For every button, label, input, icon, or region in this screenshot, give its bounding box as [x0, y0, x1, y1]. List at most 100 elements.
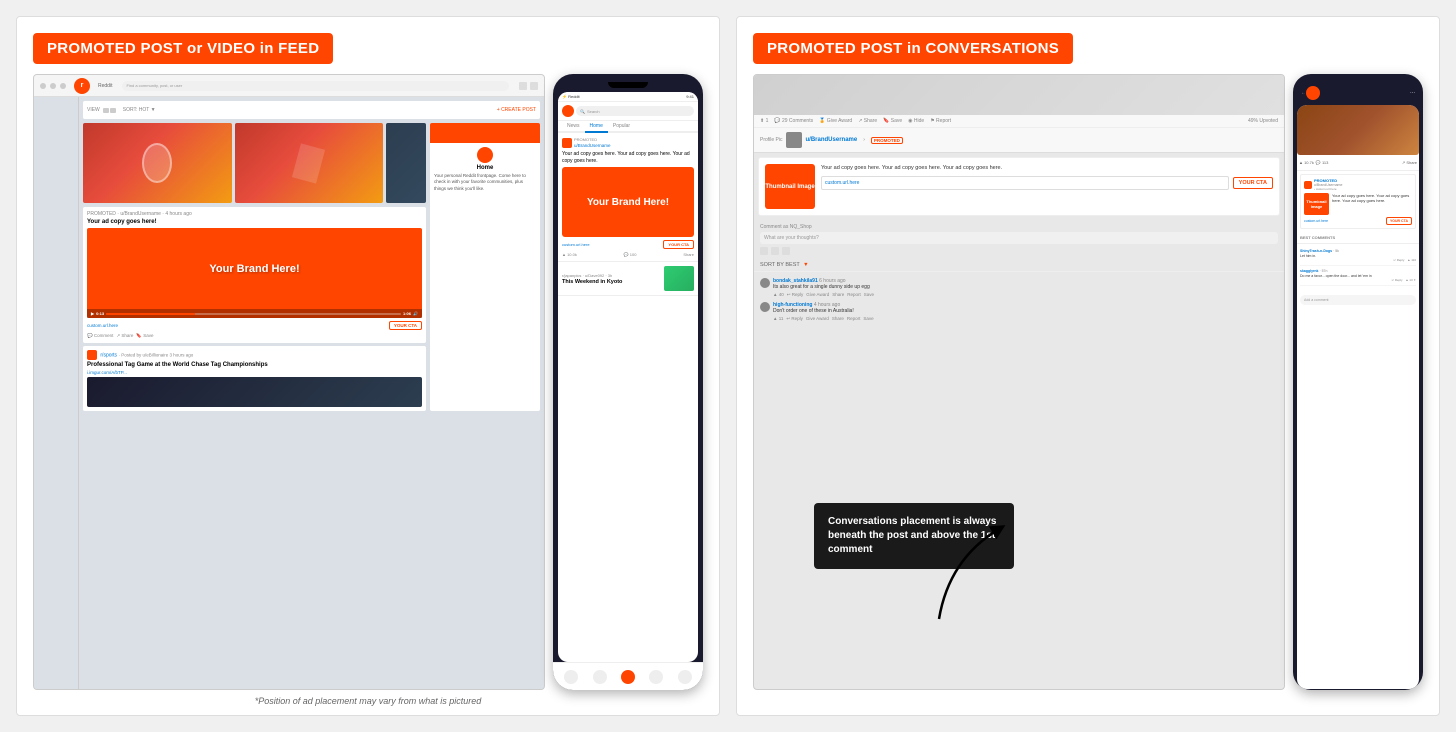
- conv-tool-link[interactable]: [782, 247, 790, 255]
- left-panel-content: r Reddit Find a community, post, or user: [33, 74, 703, 690]
- conv-ad-area: Thumbnail Image Your ad copy goes here. …: [758, 157, 1280, 216]
- comment-2-actions: ▲ 11 ↩ Reply Give Award Share Report Sav…: [773, 316, 874, 322]
- phone-right-comments-label: BEST COMMENTS: [1297, 232, 1419, 241]
- desktop-promoted-post: PROMOTED · u/BrandUsername · 4 hours ago…: [83, 207, 426, 343]
- phone-nav-chat[interactable]: [649, 670, 663, 684]
- conv-username: u/BrandUsername: [806, 137, 858, 143]
- phone-search-bar[interactable]: 🔍 Search: [576, 106, 694, 116]
- comment-2-text-phone: Do me a favor... open the door... and le…: [1300, 274, 1372, 278]
- widget-text: Your personal Reddit frontpage. Come her…: [434, 173, 536, 192]
- phone-right-thumbnail: Thumbnail Image: [1304, 193, 1329, 215]
- phone-tab-popular[interactable]: Popular: [608, 121, 635, 131]
- phone-reddit-logo: [562, 105, 574, 117]
- desktop-sidebar-widget: Home Your personal Reddit frontpage. Com…: [430, 123, 540, 411]
- save-action: 🔖 Save: [136, 333, 153, 339]
- browser-dot-3: [60, 83, 66, 89]
- desktop-posts-main: PROMOTED · u/BrandUsername · 4 hours ago…: [83, 123, 426, 411]
- phone-comments: 💬 100: [624, 252, 637, 257]
- desktop-conversation-mockup: ⬆ 1 💬 29 Comments 🏅 Give Award ↗ Share 🔖…: [753, 74, 1285, 690]
- desktop-promoted-label: PROMOTED · u/BrandUsername · 4 hours ago: [87, 211, 422, 217]
- phone-nav-inbox[interactable]: [678, 670, 692, 684]
- profile-pic-label: Profile Pic: [760, 137, 783, 143]
- conv-separator: ›: [863, 137, 865, 143]
- phone-status-bar: ⚡ Reddit 9:41: [558, 92, 698, 102]
- phone-right-comments-count: 💬 113: [1316, 160, 1328, 165]
- conv-sort-bar: SORT BY BEST ▼: [754, 259, 1284, 272]
- sort-label: SORT BY BEST: [760, 262, 800, 268]
- phone-right-add-comment[interactable]: Add a comment: [1300, 295, 1416, 305]
- organic-post: r/sports · Posted by u/eBillionaire 3 ho…: [83, 346, 426, 411]
- comment-reply-2[interactable]: ↩ Reply: [1391, 279, 1402, 283]
- video-controls: ▶ 0:13 1:06 🔊: [87, 309, 422, 318]
- phone-right-comments-divider: [1297, 243, 1419, 244]
- phone-right-cta-button[interactable]: YOUR CTA: [1386, 217, 1412, 225]
- save-btn[interactable]: 🔖 Save: [883, 118, 902, 124]
- conv-stats-bar: ⬆ 1 💬 29 Comments 🏅 Give Award ↗ Share 🔖…: [754, 115, 1284, 128]
- conv-tool-bold[interactable]: [760, 247, 768, 255]
- phone-right-comment-2: skagglyrnk · 57n Do me a favor... open t…: [1300, 269, 1416, 286]
- phone-nav-home[interactable]: [564, 670, 578, 684]
- widget-title: Home: [434, 165, 536, 171]
- phone-promoted-label: PROMOTED: [574, 137, 611, 142]
- phone-right-ad: PROMOTED u/BrandUsername › custom.url.he…: [1300, 174, 1416, 229]
- conv-ad-text: Your ad copy goes here. Your ad copy goe…: [821, 164, 1273, 172]
- desktop-cta-button[interactable]: YOUR CTA: [389, 321, 422, 330]
- footnote: *Position of ad placement may vary from …: [33, 696, 703, 706]
- phone-organic-post: r/japanpics · u/Dave092 · 3h This Weeken…: [558, 262, 698, 296]
- phone-right-stats: ▲ 10.7k 💬 113 ↗ Share: [1297, 158, 1419, 167]
- hide-btn[interactable]: ◉ Hide: [908, 118, 924, 124]
- comment-1-text-phone: Let him in.: [1300, 254, 1316, 258]
- reddit-logo-browser: r: [74, 78, 90, 94]
- comment-2-user-phone: skagglyrnk: [1300, 269, 1318, 273]
- phone-right-divider: [1297, 170, 1419, 171]
- conv-tool-italic[interactable]: [771, 247, 779, 255]
- callout-box: Conversations placement is always beneat…: [814, 503, 1014, 569]
- phone-right-comments: ShinyTrash-n-Dogs · 5k Let him in. ↩ Rep…: [1297, 246, 1419, 292]
- conv-avatar: [786, 132, 802, 148]
- phone-right-ad-text: Your ad copy goes here. Your ad copy goe…: [1332, 193, 1412, 203]
- sort-arrow[interactable]: ▼: [803, 262, 808, 268]
- comment-2-avatar: [760, 302, 770, 312]
- comment-votes-1: ▲ 110: [1407, 259, 1416, 263]
- comment-1-text: Its also great for a single dunny side u…: [773, 284, 874, 291]
- phone-tab-news[interactable]: News: [562, 121, 585, 131]
- phone-promoted-post: PROMOTED u/BrandUsername Your ad copy go…: [558, 133, 698, 262]
- right-panel: PROMOTED POST in CONVERSATIONS ⬆ 1 💬 29 …: [736, 16, 1440, 716]
- phone-nav-post[interactable]: [621, 670, 635, 684]
- report-btn[interactable]: ⚑ Report: [930, 118, 951, 124]
- phone-ad-copy: Your ad copy goes here. Your ad copy goe…: [562, 151, 694, 164]
- comment-2-text: Don't order one of these in Australia!: [773, 308, 874, 315]
- conv-ad-right: Your ad copy goes here. Your ad copy goe…: [821, 164, 1273, 209]
- phone-right-share[interactable]: ↗ Share: [1402, 160, 1417, 165]
- phone-nav-communities[interactable]: [593, 670, 607, 684]
- comment-1-actions: ▲ 40 ↩ Reply Give Award Share Report Sav…: [773, 292, 874, 298]
- main-container: PROMOTED POST or VIDEO in FEED r Reddit …: [0, 0, 1456, 732]
- desktop-promoted-video: Your Brand Here! ▶ 0:13 1:06 🔊: [87, 228, 422, 318]
- comment-as-label: Comment as NQ_Shop: [760, 224, 1278, 230]
- left-panel-header: PROMOTED POST or VIDEO in FEED: [33, 33, 333, 64]
- conv-comment-input[interactable]: What are your thoughts?: [760, 232, 1278, 244]
- conv-thumbnail-label: Thumbnail Image: [765, 184, 814, 190]
- desktop-left-sidebar: [34, 97, 79, 689]
- comment-reply-1[interactable]: ↩ Reply: [1393, 259, 1404, 263]
- conv-header-area: [754, 75, 1284, 115]
- phone-brand-text: Your Brand Here!: [587, 197, 669, 208]
- conv-cta-button[interactable]: YOUR CTA: [1233, 177, 1273, 189]
- upvote-count: ⬆ 1: [760, 118, 768, 124]
- phone-screen-left: ⚡ Reddit 9:41 🔍 Search News: [558, 92, 698, 662]
- desktop-main-area: VIEW SORT: HOT ▼ + CREATE POST: [79, 97, 544, 689]
- share-btn[interactable]: ↗ Share: [858, 118, 877, 124]
- phone-right-dots[interactable]: ···: [1410, 90, 1415, 96]
- phone-tab-home[interactable]: Home: [585, 121, 608, 133]
- post-image-2-inner: [235, 123, 384, 203]
- left-panel: PROMOTED POST or VIDEO in FEED r Reddit …: [16, 16, 720, 716]
- phone-cta-button[interactable]: YOUR CTA: [663, 240, 694, 249]
- organic-post-title: Professional Tag Game at the World Chase…: [87, 362, 422, 368]
- browser-dot-2: [50, 83, 56, 89]
- phone-right-ad-header: PROMOTED u/BrandUsername › custom.url.he…: [1304, 178, 1412, 191]
- desktop-ad-copy: Your ad copy goes here!: [87, 219, 422, 225]
- phone-share[interactable]: Share: [683, 252, 694, 257]
- phone-mockup-right: ← ··· ▲ 10.7k 💬 113 ↗ Share: [1293, 74, 1423, 690]
- comment-1-content: bondak_stahkila91 6 hours ago Its also g…: [773, 278, 874, 298]
- conv-url-input: custom.url.here: [821, 176, 1229, 190]
